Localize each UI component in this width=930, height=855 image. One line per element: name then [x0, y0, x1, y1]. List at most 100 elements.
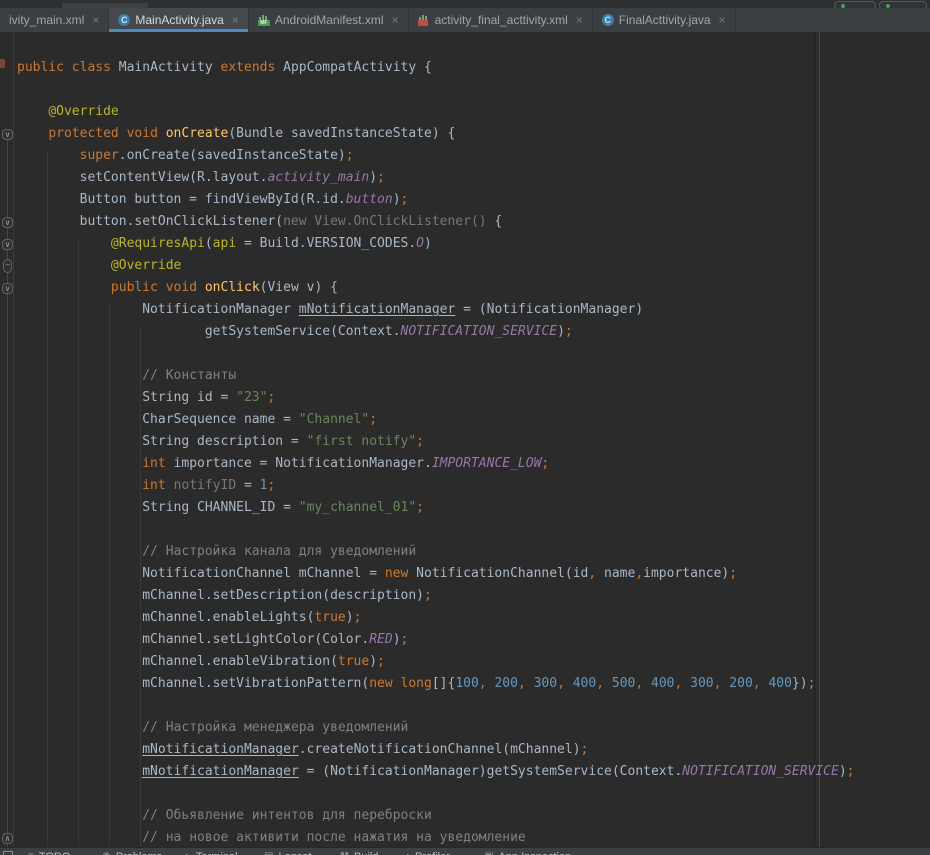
code-line[interactable]: getSystemService(Context.NOTIFICATION_SE…	[17, 321, 855, 343]
code-line[interactable]: // на новое активити после нажатия на ув…	[17, 827, 855, 847]
toolbar-item-label: TODO	[39, 851, 71, 855]
toolbar-item-todo[interactable]: ≡TODO	[28, 851, 70, 855]
fold-marker-icon[interactable]: −	[3, 259, 12, 273]
code-line[interactable]: @RequiresApi(api = Build.VERSION_CODES.O…	[17, 233, 855, 255]
code-token	[604, 676, 612, 691]
editor-tab-activity_final_acttivity.xml[interactable]: activity_final_acttivity.xml ×	[409, 8, 593, 32]
code-token	[158, 280, 166, 295]
fold-marker-icon[interactable]: ∧	[2, 833, 13, 844]
tab-label: MainActivity.java	[135, 13, 223, 27]
code-line[interactable]	[17, 519, 855, 541]
code-line[interactable]: CharSequence name = "Channel";	[17, 409, 855, 431]
code-token: String id =	[17, 390, 236, 405]
code-line[interactable]: mNotificationManager.createNotificationC…	[17, 739, 855, 761]
code-line[interactable]: mChannel.enableLights(true);	[17, 607, 855, 629]
code-token: )	[393, 632, 401, 647]
code-line[interactable]: mChannel.enableVibration(true);	[17, 651, 855, 673]
code-line[interactable]: public void onClick(View v) {	[17, 277, 855, 299]
code-line[interactable]: button.setOnClickListener(new View.OnCli…	[17, 211, 855, 233]
code-line[interactable]: int importance = NotificationManager.IMP…	[17, 453, 855, 475]
fold-marker-icon[interactable]: ∨	[2, 283, 13, 294]
code-token: ;	[401, 192, 409, 207]
editor-tab-AndroidManifest.xml[interactable]: MFAndroidManifest.xml×	[249, 8, 409, 32]
code-line[interactable]: super.onCreate(savedInstanceState);	[17, 145, 855, 167]
code-token: )	[369, 654, 377, 669]
code-token: ,	[479, 676, 487, 691]
code-line[interactable]: protected void onCreate(Bundle savedInst…	[17, 123, 855, 145]
code-token: CharSequence name =	[17, 412, 299, 427]
toolbar-item-profiler[interactable]: ◔Profiler	[404, 851, 450, 855]
code-token: mNotificationManager	[299, 302, 456, 317]
code-line[interactable]: String id = "23";	[17, 387, 855, 409]
toolbar-item-problems[interactable]: ◉Problems	[102, 851, 162, 855]
code-line[interactable]: int notifyID = 1;	[17, 475, 855, 497]
code-text: public class MainActivity extends AppCom…	[17, 57, 855, 847]
code-line[interactable]: Button button = findViewById(R.id.button…	[17, 189, 855, 211]
code-line[interactable]	[17, 695, 855, 717]
code-line[interactable]	[17, 343, 855, 365]
code-token: ,	[596, 676, 604, 691]
code-line[interactable]	[17, 783, 855, 805]
code-line[interactable]: mChannel.setLightColor(Color.RED);	[17, 629, 855, 651]
code-line[interactable]: NotificationChannel mChannel = new Notif…	[17, 563, 855, 585]
code-token: ;	[377, 654, 385, 669]
toolbar-item-terminal[interactable]: ▸Terminal	[186, 851, 238, 855]
code-token: onCreate	[166, 126, 229, 141]
code-token: long	[401, 676, 432, 691]
code-token: importance = NotificationManager.	[166, 456, 432, 471]
tool-window-stripe-icon[interactable]	[3, 851, 13, 855]
toolbar-item-logcat[interactable]: ▤Logcat	[264, 851, 311, 855]
code-token: )	[369, 170, 377, 185]
code-line[interactable]: NotificationManager mNotificationManager…	[17, 299, 855, 321]
code-line[interactable]: // Константы	[17, 365, 855, 387]
code-line[interactable]: // Настройка канала для уведомлений	[17, 541, 855, 563]
editor-tab-ivity_main.xml[interactable]: ivity_main.xml×	[0, 8, 109, 32]
code-token: ,	[588, 566, 596, 581]
tab-close-icon[interactable]: ×	[392, 13, 399, 27]
code-token: ;	[541, 456, 549, 471]
code-token: // Настройка менеджера уведомлений	[142, 720, 408, 735]
code-editor[interactable]: public class MainActivity extends AppCom…	[0, 32, 930, 847]
code-line[interactable]: mNotificationManager = (NotificationMana…	[17, 761, 855, 783]
fold-marker-icon[interactable]: ∨	[2, 217, 13, 228]
toolbar-item-app-inspection[interactable]: ▣App Inspection	[484, 851, 571, 855]
code-token	[682, 676, 690, 691]
code-line[interactable]	[17, 79, 855, 101]
code-line[interactable]: // Настройка менеджера уведомлений	[17, 717, 855, 739]
toolbar-item-build[interactable]: ⚒Build	[340, 851, 378, 855]
code-token: new	[385, 566, 408, 581]
editor-tab-FinalActtivity.java[interactable]: CFinalActtivity.java×	[593, 8, 736, 32]
tab-close-icon[interactable]: ×	[232, 13, 239, 27]
code-token: RED	[369, 632, 392, 647]
tab-label: activity_final_acttivity.xml	[435, 13, 568, 27]
code-token: = Build.VERSION_CODES.	[236, 236, 416, 251]
tab-close-icon[interactable]: ×	[719, 13, 726, 27]
code-line[interactable]: setContentView(R.layout.activity_main);	[17, 167, 855, 189]
code-token: 400	[651, 676, 674, 691]
code-token: int	[142, 456, 165, 471]
code-line[interactable]: String CHANNEL_ID = "my_channel_01";	[17, 497, 855, 519]
code-token: name	[596, 566, 635, 581]
code-token	[17, 456, 142, 471]
code-token: @RequiresApi	[111, 236, 205, 251]
code-line[interactable]: String description = "first notify";	[17, 431, 855, 453]
fold-marker-icon[interactable]: ∨	[2, 239, 13, 250]
code-line[interactable]: @Override	[17, 255, 855, 277]
tab-close-icon[interactable]: ×	[576, 13, 583, 27]
code-line[interactable]: public class MainActivity extends AppCom…	[17, 57, 855, 79]
editor-tab-MainActivity.java[interactable]: CMainActivity.java×	[109, 8, 249, 32]
code-token	[565, 676, 573, 691]
code-line[interactable]: mChannel.setVibrationPattern(new long[]{…	[17, 673, 855, 695]
code-token: {	[487, 214, 503, 229]
code-token: .onCreate(savedInstanceState)	[119, 148, 346, 163]
code-token: button	[346, 192, 393, 207]
code-token: ;	[729, 566, 737, 581]
code-line[interactable]: @Override	[17, 101, 855, 123]
gutter-separator	[13, 32, 14, 847]
code-token: String CHANNEL_ID =	[17, 500, 299, 515]
code-token	[526, 676, 534, 691]
tab-close-icon[interactable]: ×	[92, 13, 99, 27]
fold-marker-icon[interactable]: ∨	[2, 129, 13, 140]
code-line[interactable]: mChannel.setDescription(description);	[17, 585, 855, 607]
code-line[interactable]: // Обьявление интентов для переброски	[17, 805, 855, 827]
